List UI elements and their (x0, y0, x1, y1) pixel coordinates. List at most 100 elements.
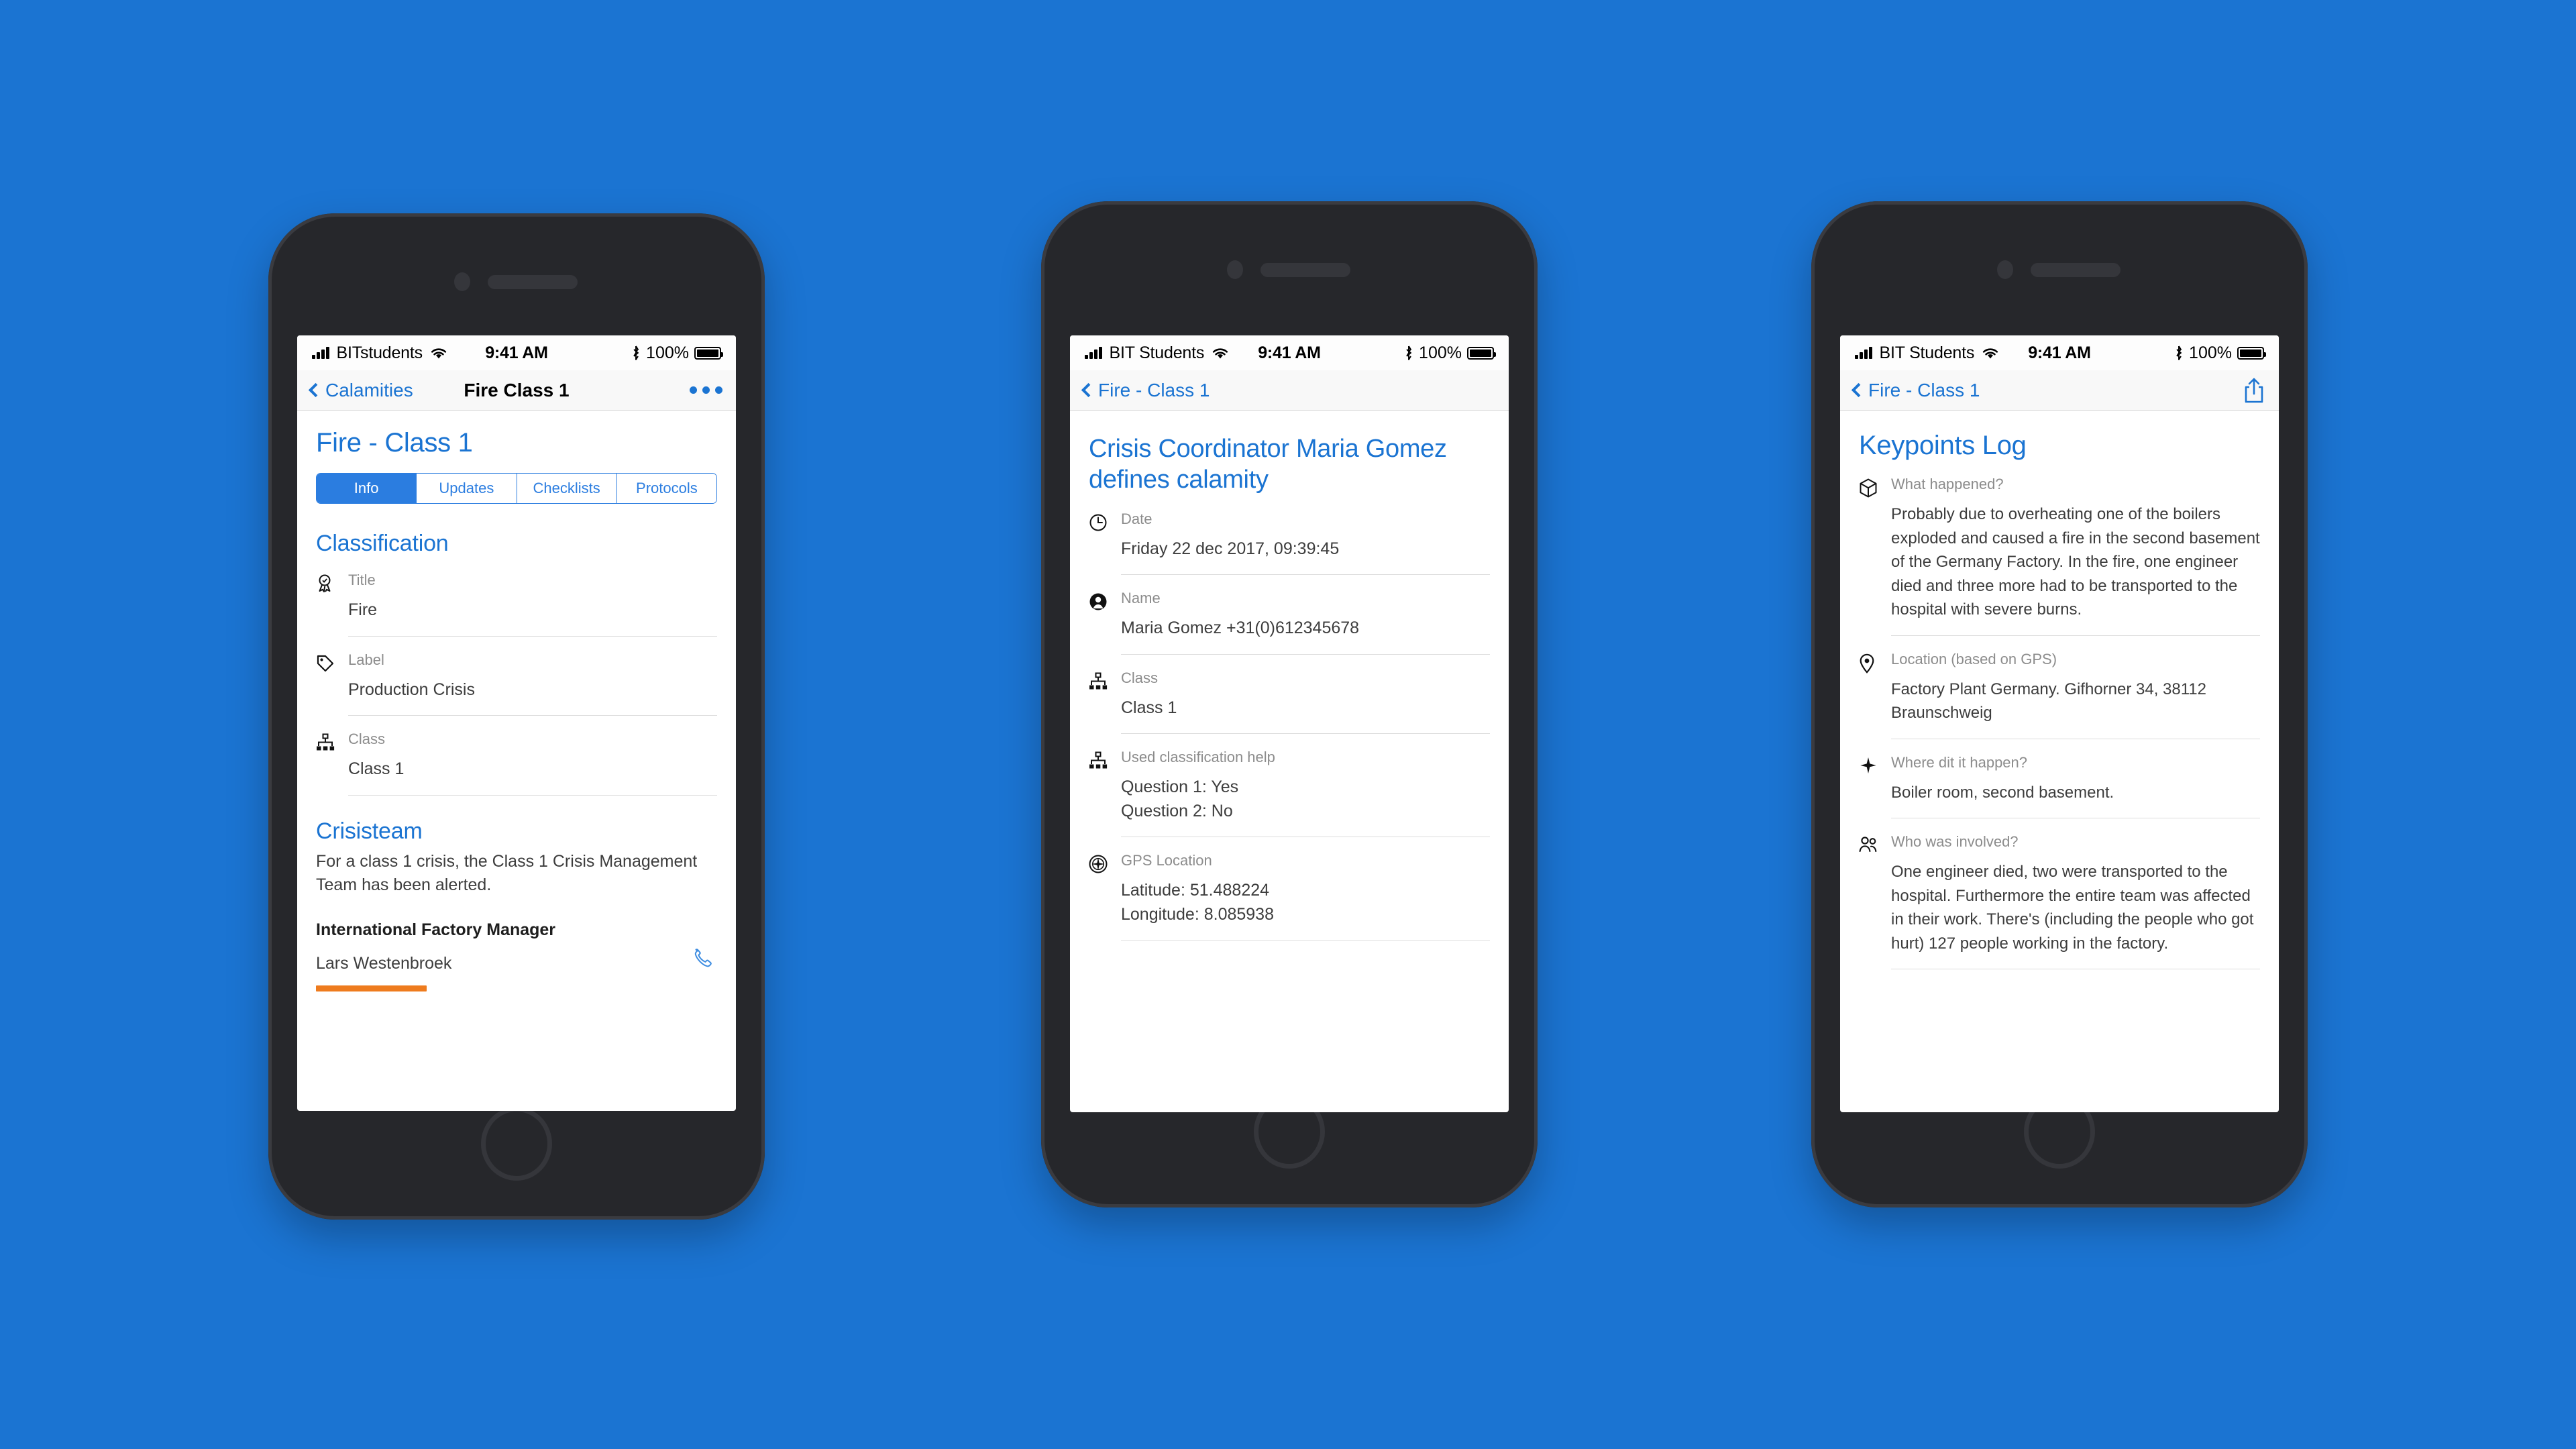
section-heading-classification: Classification (316, 531, 449, 556)
battery-icon (1467, 346, 1496, 360)
field-label: Who was involved? (1891, 833, 2019, 851)
chevron-left-icon (1851, 382, 1866, 398)
field-value: Class 1 (1121, 698, 1177, 717)
field-class: Class Class 1 (316, 716, 717, 796)
field-name: Name Maria Gomez +31(0)612345678 (1089, 575, 1490, 655)
wifi-icon (1212, 347, 1229, 360)
field-value: Boiler room, second basement. (1891, 783, 2114, 802)
field-label: Where dit it happen? (1891, 753, 2028, 771)
field-label: Date (1121, 510, 1152, 527)
map-pin-icon (1859, 651, 1879, 739)
field-label: Class (348, 731, 386, 747)
battery-percent: 100% (2189, 343, 2232, 362)
tab-protocols[interactable]: Protocols (616, 474, 716, 503)
field-label: Title (348, 572, 376, 588)
signal-bars-icon (1855, 347, 1872, 359)
back-label: Calamities (325, 379, 413, 400)
compass-icon (1089, 852, 1109, 941)
cube-icon (1859, 476, 1879, 636)
page-title: Fire - Class 1 (316, 428, 473, 458)
field-value: Maria Gomez +31(0)612345678 (1121, 619, 1360, 638)
carrier-label: BIT Students (1879, 343, 1975, 362)
phone-2-screen: BIT Students 9:41 AM 100% Fire - Class 1… (1070, 335, 1509, 1112)
sparkle-icon (1859, 754, 1879, 819)
back-button[interactable]: Fire - Class 1 (1851, 380, 1980, 401)
field-value: Production Crisis (348, 680, 475, 699)
battery-icon (2237, 346, 2266, 360)
battery-icon (694, 346, 723, 360)
org-chart-icon (316, 731, 336, 796)
home-button[interactable] (481, 1107, 552, 1181)
share-icon[interactable] (2243, 377, 2265, 404)
field-value: Friday 22 dec 2017, 09:39:45 (1121, 539, 1340, 558)
page-title: Keypoints Log (1859, 431, 2027, 460)
field-value: Class 1 (348, 759, 405, 778)
field-label: What happened? (1891, 476, 2004, 492)
back-button[interactable]: Calamities (308, 379, 413, 401)
signal-bars-icon (312, 347, 329, 359)
status-bar: BITstudents 9:41 AM 100% (297, 335, 736, 370)
person-circle-icon (1089, 590, 1109, 655)
phone-2-content: Crisis Coordinator Maria Gomez defines c… (1070, 433, 1509, 941)
award-ribbon-icon (316, 572, 336, 637)
field-value: Question 1: Yes Question 2: No (1121, 777, 1239, 820)
people-icon (1859, 833, 1879, 969)
crisisteam-person: Lars Westenbroek (316, 953, 452, 973)
field-classification-help: Used classification help Question 1: Yes… (1089, 734, 1490, 838)
screenshot-canvas: BITstudents 9:41 AM 100% Calamities Fire… (0, 0, 2576, 1449)
field-value: Probably due to overheating one of the b… (1891, 505, 2260, 619)
crisisteam-description: For a class 1 crisis, the Class 1 Crisis… (316, 851, 698, 895)
field-value: One engineer died, two were transported … (1891, 863, 2254, 953)
navigation-bar: Fire - Class 1 (1070, 370, 1509, 411)
wifi-icon (430, 347, 447, 360)
field-label: Name (1121, 590, 1161, 607)
earpiece-speaker (1260, 263, 1350, 277)
clock-icon (1089, 511, 1109, 576)
field-value: Factory Plant Germany. Gifhorner 34, 381… (1891, 680, 2207, 722)
field-date: Date Friday 22 dec 2017, 09:39:45 (1089, 496, 1490, 576)
navigation-bar: Calamities Fire Class 1 (297, 370, 736, 411)
field-who-involved: Who was involved? One engineer died, two… (1859, 818, 2260, 970)
back-button[interactable]: Fire - Class 1 (1081, 379, 1210, 401)
field-class: Class Class 1 (1089, 655, 1490, 735)
chevron-left-icon (308, 382, 323, 398)
tag-icon (316, 651, 336, 716)
org-chart-icon (1089, 749, 1109, 837)
field-label: Used classification help (1121, 749, 1275, 766)
field-value: Fire (348, 600, 378, 619)
phone-handset-icon[interactable] (689, 945, 717, 973)
bluetooth-icon (2174, 345, 2184, 360)
field-label: GPS Location (1121, 852, 1212, 869)
phone-1-screen: BITstudents 9:41 AM 100% Calamities Fire… (297, 335, 736, 1111)
status-bar: BIT Students 9:41 AM 100% (1070, 335, 1509, 370)
tab-info[interactable]: Info (317, 474, 417, 503)
bluetooth-icon (1404, 345, 1413, 360)
org-chart-icon (1089, 669, 1109, 735)
phone-3-screen: BIT Students 9:41 AM 100% Fire - Class 1… (1840, 335, 2279, 1112)
crisisteam-role: International Factory Manager (316, 920, 556, 939)
front-camera-icon (1997, 260, 2013, 279)
front-camera-icon (1227, 260, 1243, 279)
field-value: Latitude: 51.488224 Longitude: 8.085938 (1121, 881, 1274, 924)
battery-percent: 100% (1419, 343, 1462, 362)
field-what-happened: What happened? Probably due to overheati… (1859, 461, 2260, 636)
battery-percent: 100% (646, 343, 689, 362)
earpiece-speaker (488, 275, 578, 289)
more-dots-icon[interactable] (690, 386, 722, 394)
navigation-bar: Fire - Class 1 (1840, 370, 2279, 411)
field-gps-location: GPS Location Latitude: 51.488224 Longitu… (1089, 837, 1490, 941)
signal-bars-icon (1085, 347, 1102, 359)
back-label: Fire - Class 1 (1098, 379, 1210, 400)
earpiece-speaker (2031, 263, 2121, 277)
field-label: Class (1121, 669, 1159, 686)
carrier-label: BITstudents (336, 343, 423, 362)
accent-bar (316, 985, 427, 991)
tab-checklists[interactable]: Checklists (517, 474, 617, 503)
field-location: Location (based on GPS) Factory Plant Ge… (1859, 636, 2260, 739)
tab-segmented-control[interactable]: Info Updates Checklists Protocols (316, 473, 717, 504)
carrier-label: BIT Students (1109, 343, 1205, 362)
tab-updates[interactable]: Updates (417, 474, 517, 503)
page-title: Crisis Coordinator Maria Gomez defines c… (1089, 435, 1447, 494)
phone-3-content: Keypoints Log What happened? Probably du… (1840, 431, 2279, 970)
field-title: Title Fire (316, 557, 717, 637)
